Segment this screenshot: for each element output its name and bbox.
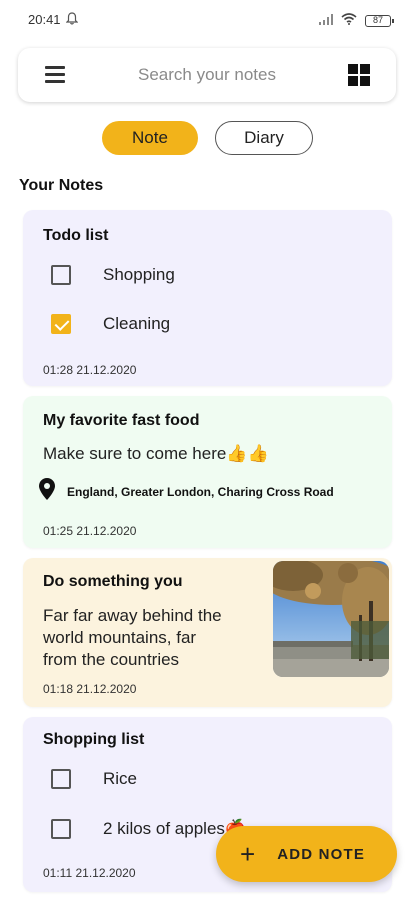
note-body-line: from the countries — [43, 650, 180, 669]
checklist-item-label: Rice — [103, 769, 138, 788]
note-card-fast-food[interactable]: My favorite fast food Make sure to come … — [23, 396, 392, 548]
status-time: 20:41 — [28, 12, 61, 27]
checklist-item-label: Shopping — [103, 265, 175, 284]
bell-icon — [65, 12, 79, 30]
note-title: Shopping list — [43, 731, 145, 748]
note-location: England, Greater London, Charing Cross R… — [39, 478, 334, 505]
note-body: Make sure to come here👍👍 — [43, 444, 269, 463]
checklist-item-label: Cleaning — [103, 314, 171, 333]
search-bar[interactable]: Search your notes — [18, 48, 396, 102]
checklist-item[interactable]: Shopping — [51, 263, 175, 287]
battery-icon: 87 — [365, 15, 394, 27]
note-date: 01:18 21.12.2020 — [43, 682, 137, 696]
note-card-todo-list[interactable]: Todo list Shopping Cleaning 01:28 21.12.… — [23, 210, 392, 386]
checkbox-checked[interactable] — [51, 314, 71, 334]
note-date: 01:25 21.12.2020 — [43, 524, 137, 538]
location-text: England, Greater London, Charing Cross R… — [67, 484, 334, 499]
grid-view-icon[interactable] — [348, 64, 370, 86]
status-bar: 20:41 87 — [0, 0, 415, 40]
note-title: Do something you — [43, 573, 183, 590]
checkbox[interactable] — [51, 769, 71, 789]
location-pin-icon — [39, 478, 55, 505]
note-title: My favorite fast food — [43, 412, 200, 429]
checkbox[interactable] — [51, 265, 71, 285]
search-input[interactable]: Search your notes — [78, 65, 336, 85]
checkbox[interactable] — [51, 819, 71, 839]
section-title: Your Notes — [19, 177, 104, 194]
checklist-item[interactable]: Cleaning — [51, 312, 170, 336]
note-photo[interactable] — [273, 561, 389, 677]
hamburger-menu-icon[interactable] — [45, 66, 65, 83]
note-body-line: Far far away behind the — [43, 606, 222, 625]
add-note-button[interactable]: + ADD NOTE — [216, 826, 397, 882]
note-date: 01:11 21.12.2020 — [43, 866, 136, 880]
tab-diary[interactable]: Diary — [215, 121, 313, 155]
note-body: Far far away behind the world mountains,… — [43, 605, 253, 671]
add-note-label: ADD NOTE — [277, 845, 366, 863]
note-title: Todo list — [43, 227, 109, 244]
wifi-icon — [341, 12, 357, 30]
plus-icon: + — [240, 839, 256, 869]
checklist-item[interactable]: Rice — [51, 767, 137, 791]
tab-note[interactable]: Note — [102, 121, 198, 155]
note-body-line: world mountains, far — [43, 628, 197, 647]
note-date: 01:28 21.12.2020 — [43, 363, 137, 377]
signal-icon — [319, 12, 333, 30]
note-card-do-something[interactable]: Do something you Far far away behind the… — [23, 558, 392, 707]
checklist-item[interactable]: 2 kilos of apples🍎 — [51, 817, 246, 841]
